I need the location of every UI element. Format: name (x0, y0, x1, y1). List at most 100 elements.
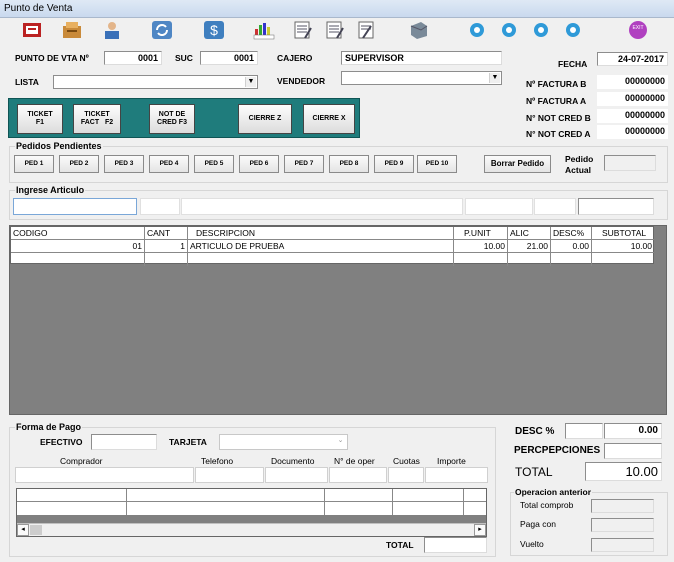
cierre-x-button[interactable]: CIERRE X (303, 104, 355, 134)
col-divider (392, 489, 393, 515)
chevron-down-icon: ▼ (489, 73, 500, 83)
invoice-edit-icon[interactable] (354, 19, 378, 41)
ped-10-button[interactable]: PED 10 (417, 155, 457, 173)
gear-icon[interactable] (561, 19, 585, 41)
ped-3-button[interactable]: PED 3 (104, 155, 144, 173)
toolbar: $ EXIT (0, 18, 674, 44)
ped-2-button[interactable]: PED 2 (59, 155, 99, 173)
ped-8-button[interactable]: PED 8 (329, 155, 369, 173)
empty-cell (145, 253, 188, 266)
pagos-grid[interactable]: ◂ ▸ (16, 488, 487, 537)
factura-b-label: Nº FACTURA B (526, 79, 587, 89)
card-reader-icon[interactable] (406, 19, 430, 41)
empty-cell (551, 253, 592, 266)
ticket-fact-button[interactable]: TICKET FACT F2 (73, 104, 121, 134)
documento-input[interactable] (265, 467, 328, 483)
notcred-b-value: 00000000 (597, 109, 668, 123)
comprador-header: Comprador (60, 456, 103, 466)
refresh-icon[interactable] (150, 19, 174, 41)
articulo-input[interactable] (13, 198, 137, 215)
col-divider (463, 489, 464, 515)
ticket-button[interactable]: TICKET F1 (17, 104, 63, 134)
pedido-actual-label: Pedido Actual (565, 154, 594, 175)
dollar-icon[interactable]: $ (202, 19, 226, 41)
chart-icon[interactable] (252, 19, 276, 41)
vendedor-label: VENDEDOR (277, 76, 326, 86)
lista-select[interactable]: ▼ (53, 75, 258, 89)
cierre-z-button[interactable]: CIERRE Z (238, 104, 292, 134)
telefono-input[interactable] (195, 467, 264, 483)
efectivo-input[interactable] (91, 434, 157, 450)
user-icon[interactable] (100, 19, 124, 41)
exit-icon[interactable]: EXIT (626, 19, 650, 41)
ped-6-button[interactable]: PED 6 (239, 155, 279, 173)
scroll-left-icon[interactable]: ◂ (17, 524, 29, 536)
gear-icon[interactable] (497, 19, 521, 41)
total-comprob-field (591, 499, 654, 513)
vuelto-field (591, 538, 654, 552)
gear-icon[interactable] (529, 19, 553, 41)
ped-7-button[interactable]: PED 7 (284, 155, 324, 173)
articulo-title: Ingrese Articulo (15, 185, 86, 195)
borrar-pedido-button[interactable]: Borrar Pedido (484, 155, 551, 173)
col-divider (324, 489, 325, 515)
desc-value[interactable]: 0.00 (604, 423, 662, 439)
notcred-a-label: N° NOT CRED A (526, 129, 591, 139)
chevron-down-icon: ⌄ (335, 436, 346, 446)
scroll-right-icon[interactable]: ▸ (474, 524, 486, 536)
factura-a-label: Nº FACTURA A (526, 96, 587, 106)
percepciones-field[interactable] (604, 443, 662, 459)
horizontal-scrollbar[interactable]: ◂ ▸ (17, 523, 486, 536)
efectivo-label: EFECTIVO (40, 437, 83, 447)
pago-total-label: TOTAL (386, 540, 414, 550)
empty-cell (508, 253, 551, 266)
empty-cell (11, 253, 145, 266)
ped-9-button[interactable]: PED 9 (374, 155, 414, 173)
desc-label: DESC % (515, 426, 555, 437)
vendedor-select[interactable]: ▼ (341, 71, 502, 85)
subtotal-input[interactable] (578, 198, 654, 215)
total-comprob-label: Total comprob (520, 500, 574, 510)
pagos-rows (17, 489, 486, 515)
pedidos-title: Pedidos Pendientes (15, 141, 103, 151)
importe-input[interactable] (425, 467, 488, 483)
cant-input[interactable] (140, 198, 180, 215)
chevron-down-icon: ▼ (245, 77, 256, 87)
ped-5-button[interactable]: PED 5 (194, 155, 234, 173)
punit-input[interactable] (465, 198, 533, 215)
scroll-thumb[interactable] (30, 525, 42, 535)
invoice-icon[interactable] (290, 19, 314, 41)
total-field: 10.00 (585, 462, 662, 481)
lista-label: LISTA (15, 77, 39, 87)
documento-header: Documento (271, 456, 315, 466)
not-cred-button[interactable]: NOT DE CRED F3 (149, 104, 195, 134)
empty-cell (454, 253, 508, 266)
desc-pct-input[interactable] (565, 423, 603, 439)
percepciones-label: PERCPEPCIONES (514, 445, 601, 456)
window-title: Punto de Venta (4, 3, 73, 14)
fecha-field[interactable]: 24-07-2017 (597, 52, 668, 66)
cajero-field[interactable]: SUPERVISOR (341, 51, 502, 65)
gear-icon[interactable] (465, 19, 489, 41)
receipt-icon[interactable] (20, 19, 44, 41)
ped-1-button[interactable]: PED 1 (14, 155, 54, 173)
alic-input[interactable] (534, 198, 576, 215)
punto-field[interactable]: 0001 (104, 51, 162, 65)
empty-cell (188, 253, 454, 266)
cuotas-header: Cuotas (393, 456, 420, 466)
descripcion-input[interactable] (181, 198, 463, 215)
suc-label: SUC (175, 53, 193, 63)
cuotas-input[interactable] (388, 467, 424, 483)
cash-register-icon[interactable] (60, 19, 84, 41)
suc-field[interactable]: 0001 (200, 51, 258, 65)
operacion-title: Operacion anterior (514, 487, 593, 497)
comprador-input[interactable] (15, 467, 194, 483)
vuelto-label: Vuelto (520, 539, 544, 549)
invoice-list-icon[interactable] (322, 19, 346, 41)
num-oper-input[interactable] (329, 467, 387, 483)
factura-b-value: 00000000 (597, 75, 668, 89)
tarjeta-select[interactable]: ⌄ (219, 434, 348, 450)
ped-4-button[interactable]: PED 4 (149, 155, 189, 173)
exit-label: EXIT (632, 25, 643, 31)
row-divider (17, 501, 486, 502)
